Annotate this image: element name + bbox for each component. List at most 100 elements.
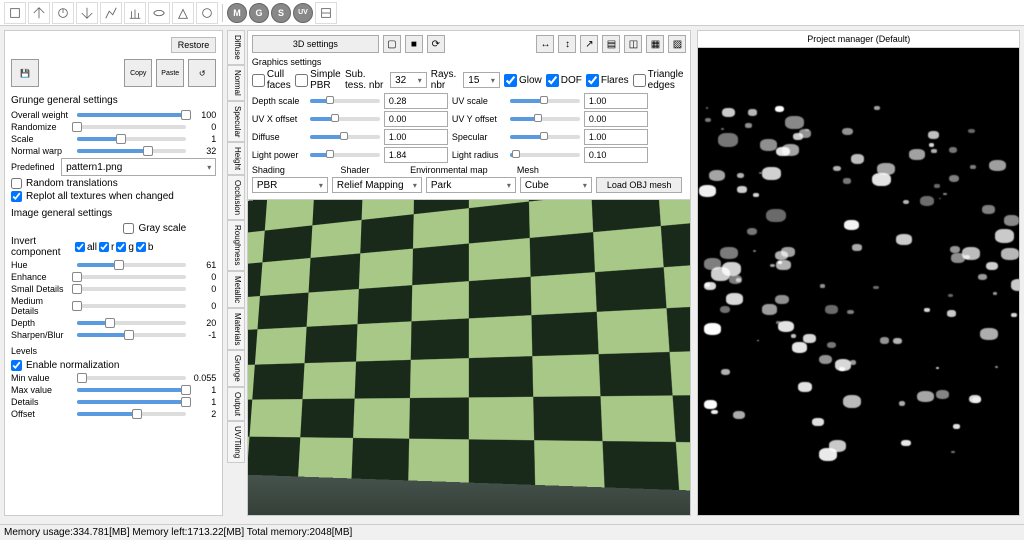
random-translations-check[interactable]: [11, 178, 22, 189]
simple-pbr-check[interactable]: [295, 74, 308, 87]
load-obj-button[interactable]: Load OBJ mesh: [596, 177, 683, 193]
slider[interactable]: [77, 137, 186, 141]
subtess-combo[interactable]: 32: [390, 72, 427, 88]
tab-grunge[interactable]: Grunge: [227, 350, 245, 387]
slider[interactable]: [77, 400, 186, 404]
view-icon[interactable]: ↕: [558, 35, 576, 53]
shading-combo[interactable]: PBR: [252, 177, 328, 193]
predefined-combo[interactable]: pattern1.png: [61, 158, 216, 176]
grayscale-check[interactable]: [123, 223, 134, 234]
toolbar-icon[interactable]: [76, 2, 98, 24]
replot-check[interactable]: [11, 191, 22, 202]
slider[interactable]: [310, 99, 380, 103]
enable-norm-check[interactable]: [11, 360, 22, 371]
slider-label: Min value: [11, 373, 73, 383]
slider[interactable]: [310, 117, 380, 121]
flares-check[interactable]: [586, 74, 599, 87]
refresh-icon[interactable]: ⟳: [427, 35, 445, 53]
slider[interactable]: [77, 412, 186, 416]
slider[interactable]: [77, 263, 186, 267]
view-icon[interactable]: ▤: [602, 35, 620, 53]
triangle-check[interactable]: [633, 74, 646, 87]
slider[interactable]: [77, 287, 186, 291]
invert-g-check[interactable]: [116, 242, 126, 252]
tab-height[interactable]: Height: [227, 142, 245, 175]
toolbar-icon[interactable]: [196, 2, 218, 24]
view-icon[interactable]: ◫: [624, 35, 642, 53]
toolbar-round-uv-icon[interactable]: UV: [293, 3, 313, 23]
slider[interactable]: [310, 153, 380, 157]
slider[interactable]: [77, 149, 186, 153]
tab-materials[interactable]: Materials: [227, 308, 245, 350]
shader-combo[interactable]: Relief Mapping: [332, 177, 422, 193]
toolbar-icon[interactable]: [172, 2, 194, 24]
slider[interactable]: [510, 153, 580, 157]
slider[interactable]: [77, 125, 186, 129]
slider[interactable]: [77, 321, 186, 325]
view-icon[interactable]: ▨: [668, 35, 686, 53]
mesh-combo[interactable]: Cube: [520, 177, 592, 193]
tab-specular[interactable]: Specular: [227, 101, 245, 143]
value-input[interactable]: [584, 147, 648, 163]
value-input[interactable]: [384, 111, 448, 127]
toolbar-icon[interactable]: [52, 2, 74, 24]
levels-label: Levels: [11, 346, 216, 356]
cube-icon[interactable]: ▢: [383, 35, 401, 53]
slider[interactable]: [77, 376, 186, 380]
slider[interactable]: [77, 304, 186, 308]
value-input[interactable]: [384, 129, 448, 145]
value-input[interactable]: [584, 111, 648, 127]
save-icon[interactable]: 💾: [11, 59, 39, 87]
value-input[interactable]: [584, 93, 648, 109]
slider[interactable]: [310, 135, 380, 139]
toolbar-icon[interactable]: [4, 2, 26, 24]
tab-normal[interactable]: Normal: [227, 65, 245, 101]
rays-combo[interactable]: 15: [463, 72, 500, 88]
tab-occlusion[interactable]: Occlusion: [227, 175, 245, 220]
slider[interactable]: [77, 275, 186, 279]
texture-preview[interactable]: [697, 48, 1020, 516]
toolbar-icon[interactable]: [100, 2, 122, 24]
center-controls: 3D settings ▢ ■ ⟳ ↔ ↕ ↗ ▤ ◫ ▦ ▨ Graphics…: [247, 30, 692, 200]
view-icon[interactable]: ↔: [536, 35, 554, 53]
invert-all-check[interactable]: [75, 242, 85, 252]
value-input[interactable]: [384, 93, 448, 109]
replot-label: Replot all textures when changed: [26, 191, 174, 202]
slider[interactable]: [77, 388, 186, 392]
restore-button[interactable]: Restore: [171, 37, 217, 53]
toolbar-icon[interactable]: [28, 2, 50, 24]
value-input[interactable]: [384, 147, 448, 163]
tab-roughness[interactable]: Roughness: [227, 220, 245, 270]
paste-icon[interactable]: Paste: [156, 59, 184, 87]
invert-b-check[interactable]: [136, 242, 146, 252]
toolbar-round-s-icon[interactable]: S: [271, 3, 291, 23]
toolbar-round-m-icon[interactable]: M: [227, 3, 247, 23]
tab-uv/tiling[interactable]: UV/Tiling: [227, 421, 245, 463]
envmap-combo[interactable]: Park: [426, 177, 516, 193]
camera-icon[interactable]: ■: [405, 35, 423, 53]
slider[interactable]: [77, 113, 186, 117]
glow-check[interactable]: [504, 74, 517, 87]
toolbar-icon[interactable]: [148, 2, 170, 24]
slider[interactable]: [510, 135, 580, 139]
slider[interactable]: [77, 333, 186, 337]
3d-viewport[interactable]: [247, 200, 692, 516]
tab-diffuse[interactable]: Diffuse: [227, 30, 245, 65]
copy-icon[interactable]: Copy: [124, 59, 152, 87]
invert-r-check[interactable]: [99, 242, 109, 252]
slider[interactable]: [510, 117, 580, 121]
main-toolbar: M G S UV: [0, 0, 1024, 26]
3d-settings-button[interactable]: 3D settings: [252, 35, 379, 53]
slider[interactable]: [510, 99, 580, 103]
toolbar-icon[interactable]: [124, 2, 146, 24]
value-input[interactable]: [584, 129, 648, 145]
reset-icon[interactable]: ↺: [188, 59, 216, 87]
cull-check[interactable]: [252, 74, 265, 87]
tab-output[interactable]: Output: [227, 387, 245, 421]
toolbar-round-g-icon[interactable]: G: [249, 3, 269, 23]
view-icon[interactable]: ↗: [580, 35, 598, 53]
dof-check[interactable]: [546, 74, 559, 87]
toolbar-icon[interactable]: [315, 2, 337, 24]
tab-metallic[interactable]: Metallic: [227, 271, 245, 308]
view-icon[interactable]: ▦: [646, 35, 664, 53]
